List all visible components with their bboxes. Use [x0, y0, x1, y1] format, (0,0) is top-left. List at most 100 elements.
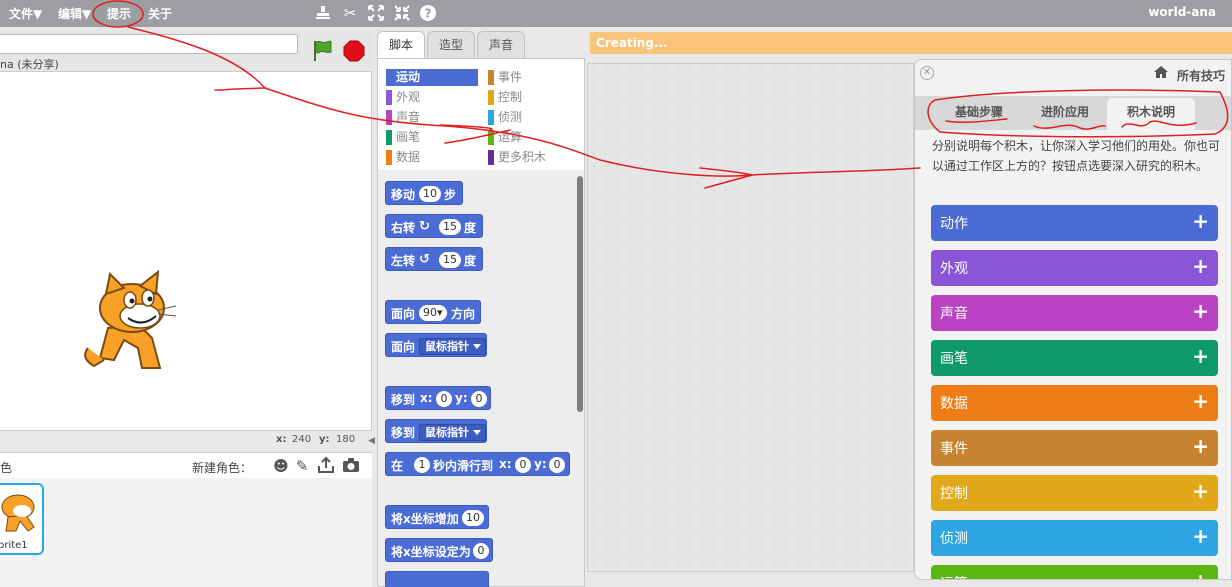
- tab-scripts[interactable]: 脚本: [377, 31, 425, 59]
- block-change-x[interactable]: 将x坐标增加 10: [385, 505, 489, 529]
- cat-sprite[interactable]: [80, 268, 180, 378]
- tips-panel: ✕ 所有技巧 基础步骤 进阶应用 积木说明 分别说明每个积木，让你深入学习他们的…: [914, 59, 1232, 580]
- category-sound[interactable]: 声音: [386, 109, 478, 126]
- plus-icon: +: [1192, 479, 1209, 503]
- tab-basic-steps[interactable]: 基础步骤: [935, 98, 1023, 130]
- block-input[interactable]: 0: [549, 457, 565, 473]
- sprite-thumbnail[interactable]: prite1: [0, 483, 44, 555]
- sprite-list: prite1: [0, 478, 372, 587]
- sprite-name: prite1: [0, 540, 28, 551]
- category-motion[interactable]: 运动: [386, 69, 478, 86]
- menu-file[interactable]: 文件▼: [9, 5, 42, 22]
- tips-description: 分别说明每个积木，让你深入学习他们的用处。你也可以通过工作区上方的？按钮点选要深…: [932, 139, 1221, 173]
- block-input[interactable]: 0: [436, 391, 452, 407]
- upload-sprite-icon[interactable]: [316, 456, 336, 476]
- block-dropdown[interactable]: 鼠标指针: [419, 338, 486, 355]
- help-icon[interactable]: ?: [419, 4, 437, 22]
- block-partial[interactable]: [385, 571, 489, 587]
- plus-icon: +: [1192, 344, 1209, 368]
- block-goto[interactable]: 移到 鼠标指针: [385, 419, 487, 443]
- stage[interactable]: [0, 71, 372, 431]
- stamp-icon[interactable]: [314, 4, 332, 22]
- block-point-direction[interactable]: 面向 90▾ 方向: [385, 300, 481, 324]
- rotate-left-icon: ↺: [419, 252, 430, 267]
- library-sprite-icon[interactable]: ☻: [271, 456, 291, 476]
- block-dropdown[interactable]: 鼠标指针: [419, 424, 486, 441]
- block-input[interactable]: 0: [515, 457, 531, 473]
- stage-header: na (未分享): [0, 27, 372, 71]
- status-bar: Creating...: [590, 32, 1232, 54]
- tab-advanced[interactable]: 进阶应用: [1021, 98, 1109, 130]
- menu-about[interactable]: 关于: [148, 5, 172, 22]
- menu-bar: 文件▼ 编辑▼ 提示 关于 ✂ ? world-ana: [0, 0, 1232, 27]
- tips-tabs: 基础步骤 进阶应用 积木说明: [915, 96, 1231, 130]
- sprite-pane-header: 色 新建角色： ☻ ✎: [0, 452, 372, 478]
- shrink-icon[interactable]: [393, 4, 411, 22]
- stop-icon[interactable]: [343, 40, 365, 62]
- tips-category-looks[interactable]: 外观 +: [931, 250, 1218, 286]
- menu-tips[interactable]: 提示: [107, 5, 131, 22]
- block-input[interactable]: 90▾: [419, 305, 447, 321]
- project-title-input[interactable]: [0, 34, 298, 54]
- tips-category-control[interactable]: 控制 +: [931, 475, 1218, 511]
- block-turn-left[interactable]: 左转 ↺ 15 度: [385, 247, 483, 271]
- tips-category-sound[interactable]: 声音 +: [931, 295, 1218, 331]
- block-input[interactable]: 1: [414, 457, 430, 473]
- menu-edit[interactable]: 编辑▼: [58, 5, 91, 22]
- plus-icon: +: [1192, 209, 1209, 233]
- block-set-x[interactable]: 将x坐标设定为 0: [385, 538, 493, 562]
- all-tips-link[interactable]: 所有技巧: [1177, 67, 1225, 84]
- palette-scrollbar[interactable]: [577, 176, 583, 412]
- camera-sprite-icon[interactable]: [341, 456, 361, 476]
- tab-sounds[interactable]: 声音: [477, 31, 525, 58]
- mouse-coordinates: x: 240 y: 180: [0, 431, 372, 449]
- x-value: 240: [292, 434, 312, 445]
- block-input[interactable]: 15: [439, 252, 461, 268]
- tips-category-motion[interactable]: 动作 +: [931, 205, 1218, 241]
- block-glide[interactable]: 在 1 秒内滑行到 x: 0 y: 0: [385, 452, 570, 476]
- category-operators[interactable]: 运算: [488, 129, 580, 146]
- block-input[interactable]: 10: [462, 510, 484, 526]
- category-looks[interactable]: 外观: [386, 89, 478, 106]
- tips-category-operators[interactable]: 运算+: [931, 565, 1218, 579]
- block-input[interactable]: 15: [439, 219, 461, 235]
- block-input[interactable]: 0: [471, 391, 487, 407]
- category-events[interactable]: 事件: [488, 69, 580, 86]
- green-flag-icon[interactable]: [311, 39, 335, 63]
- plus-icon: +: [1192, 389, 1209, 413]
- home-icon[interactable]: [1153, 65, 1169, 83]
- script-area[interactable]: [587, 63, 914, 572]
- block-move-steps[interactable]: 移动 10 步: [385, 181, 463, 205]
- tab-block-help[interactable]: 积木说明: [1107, 98, 1195, 130]
- y-value: 180: [336, 434, 356, 445]
- tips-category-pen[interactable]: 画笔 +: [931, 340, 1218, 376]
- block-input[interactable]: 10: [419, 186, 441, 202]
- scissors-icon[interactable]: ✂: [341, 4, 359, 22]
- category-pen[interactable]: 画笔: [386, 129, 478, 146]
- block-input[interactable]: 0: [473, 543, 489, 559]
- sprites-label: 色: [0, 461, 13, 475]
- block-goto-xy[interactable]: 移到 x: 0 y: 0: [385, 386, 491, 410]
- tips-category-data[interactable]: 数据 +: [931, 385, 1218, 421]
- category-data[interactable]: 数据: [386, 149, 478, 166]
- paint-sprite-icon[interactable]: ✎: [292, 456, 312, 476]
- plus-icon: +: [1192, 569, 1209, 579]
- x-label: x:: [276, 434, 287, 445]
- close-icon[interactable]: ✕: [920, 66, 934, 80]
- category-control[interactable]: 控制: [488, 89, 580, 106]
- category-more-blocks[interactable]: 更多积木: [488, 149, 580, 166]
- category-selector: 运动 外观 声音 画笔 数据 事件 控制 侦测 运算 更多积木: [377, 58, 585, 170]
- plus-icon: +: [1192, 299, 1209, 323]
- block-turn-right[interactable]: 右转 ↻ 15 度: [385, 214, 483, 238]
- collapse-stage-icon[interactable]: ◀: [368, 436, 375, 446]
- tips-category-events[interactable]: 事件 +: [931, 430, 1218, 466]
- rotate-right-icon: ↻: [419, 219, 430, 234]
- expand-icon[interactable]: [367, 4, 385, 22]
- user-menu[interactable]: world-ana: [1148, 5, 1216, 19]
- y-label: y:: [319, 434, 330, 445]
- tips-category-sensing[interactable]: 侦测 +: [931, 520, 1218, 556]
- block-point-towards[interactable]: 面向 鼠标指针: [385, 333, 487, 357]
- category-sensing[interactable]: 侦测: [488, 109, 580, 126]
- new-sprite-label: 新建角色：: [192, 461, 253, 475]
- tab-costumes[interactable]: 造型: [427, 31, 475, 58]
